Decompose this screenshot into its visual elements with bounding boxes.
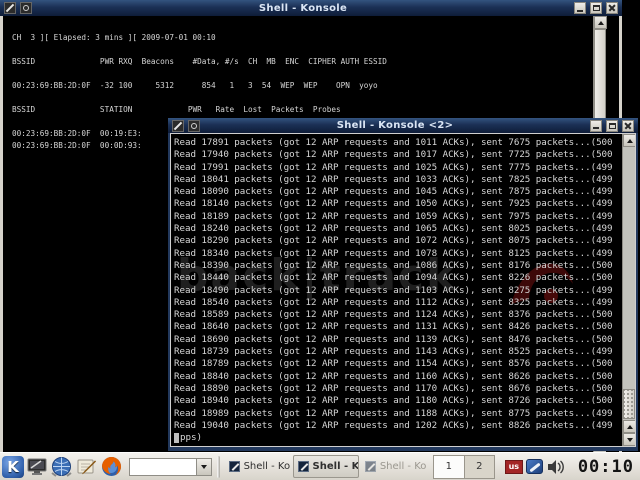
- terminal-line: Read 18690 packets (got 12 ARP requests …: [174, 333, 613, 345]
- terminal-line: CH 3 ][ Elapsed: 3 mins ][ 2009-07-01 00…: [12, 33, 216, 42]
- pager-desktop-1[interactable]: 1: [433, 455, 464, 478]
- terminal-line: Read 18340 packets (got 12 ARP requests …: [174, 247, 613, 259]
- window-title: Shell - Konsole <2>: [336, 120, 454, 131]
- terminal-line: BSSID PWR RXQ Beacons #Data, #/s CH MB E…: [12, 57, 387, 66]
- scroll-down-button[interactable]: [623, 433, 635, 446]
- firefox-icon: [102, 457, 121, 476]
- pager-desktop-2[interactable]: 2: [463, 455, 494, 478]
- terminal-line: Read 18789 packets (got 12 ARP requests …: [174, 358, 613, 370]
- terminal-line: Read 18989 packets (got 12 ARP requests …: [174, 407, 613, 419]
- konqueror-button[interactable]: [50, 454, 73, 479]
- taskbar-item-konsole-3[interactable]: Shell - Konso: [361, 455, 427, 478]
- klipper-tray-icon[interactable]: [525, 459, 543, 474]
- terminal-line: Read 17940 packets (got 12 ARP requests …: [174, 149, 613, 161]
- maximize-button[interactable]: [590, 2, 602, 14]
- terminal-line: Read 17891 packets (got 12 ARP requests …: [174, 137, 613, 148]
- scrollbar[interactable]: [622, 134, 635, 446]
- konsole-window-icon[interactable]: [4, 2, 16, 14]
- kde-logo-icon: K: [2, 455, 24, 478]
- scrollbar-thumb[interactable]: [623, 389, 635, 419]
- window-body: back|track Read 17891 packets (got 12 AR…: [168, 133, 638, 451]
- taskbar-separator: [217, 455, 220, 478]
- titlebar-airodump[interactable]: Shell - Konsole: [0, 0, 622, 16]
- system-tray: us: [504, 458, 566, 476]
- taskbar-item-konsole-2-active[interactable]: Shell - Kon: [292, 455, 359, 478]
- terminal-line: Read 18290 packets (got 12 ARP requests …: [174, 235, 613, 247]
- terminal-line: Read 18589 packets (got 12 ARP requests …: [174, 309, 613, 321]
- terminal-line: Read 18540 packets (got 12 ARP requests …: [174, 296, 613, 308]
- taskbar-item-label: Shell - Kon: [312, 461, 359, 472]
- run-combobox: [129, 457, 212, 476]
- keyboard-layout-indicator[interactable]: us: [504, 459, 523, 474]
- konsole-icon: [364, 461, 376, 472]
- konqueror-globe-icon: [51, 457, 72, 477]
- terminal-line: Read 18840 packets (got 12 ARP requests …: [174, 370, 613, 382]
- terminal-line: Read 18090 packets (got 12 ARP requests …: [174, 186, 613, 198]
- titlebar-aireplay[interactable]: Shell - Konsole <2>: [168, 118, 638, 133]
- sticky-pin-icon[interactable]: [188, 119, 200, 132]
- close-button[interactable]: [606, 2, 618, 14]
- terminal-line: Read 18890 packets (got 12 ARP requests …: [174, 382, 613, 394]
- maximize-button[interactable]: [606, 119, 618, 132]
- firefox-button[interactable]: [100, 454, 123, 479]
- minimize-button[interactable]: [574, 2, 586, 14]
- terminal-line: Read 18140 packets (got 12 ARP requests …: [174, 198, 613, 210]
- scroll-up-button[interactable]: [594, 16, 607, 29]
- taskbar-item-konsole-1[interactable]: Shell - Konso: [225, 455, 291, 478]
- window-konsole-aireplay: Shell - Konsole <2> back|track Read 1789…: [168, 118, 638, 451]
- terminal-cursor: [174, 433, 179, 444]
- volume-icon[interactable]: [546, 458, 566, 476]
- terminal-line: Read 18940 packets (got 12 ARP requests …: [174, 395, 613, 407]
- terminal-line: Read 18041 packets (got 12 ARP requests …: [174, 173, 613, 185]
- terminal-line: Read 17991 packets (got 12 ARP requests …: [174, 161, 613, 173]
- show-desktop-button[interactable]: [26, 454, 48, 479]
- kmenu-button[interactable]: K: [2, 454, 24, 479]
- run-command-input[interactable]: [129, 457, 197, 476]
- desktop: Shell - Konsole CH 3 ][ Elapsed: 3 mins …: [0, 0, 640, 480]
- minimize-button[interactable]: [590, 119, 602, 132]
- window-title: Shell - Konsole: [258, 2, 348, 14]
- desktop-monitor-icon: [27, 458, 47, 475]
- combo-dropdown-button[interactable]: [197, 457, 212, 476]
- desktop-pager: 1 2: [432, 454, 495, 479]
- close-button[interactable]: [622, 119, 634, 132]
- terminal-line: BSSID STATION PWR Rate Lost Packets Prob…: [12, 105, 341, 114]
- taskbar-item-label: Shell - Konso: [243, 461, 291, 472]
- prompt-text: pps): [180, 432, 202, 444]
- terminal-line: Read 19040 packets (got 12 ARP requests …: [174, 419, 613, 431]
- terminal-line: Read 18390 packets (got 12 ARP requests …: [174, 259, 613, 271]
- terminal-prompt-line: pps): [171, 432, 635, 444]
- terminal-line: Read 18440 packets (got 12 ARP requests …: [174, 272, 613, 284]
- terminal-line: Read 18490 packets (got 12 ARP requests …: [174, 284, 613, 296]
- terminal-line: Read 18739 packets (got 12 ARP requests …: [174, 346, 613, 358]
- sticky-pin-icon[interactable]: [20, 2, 32, 14]
- taskbar-item-label: Shell - Konso: [379, 461, 427, 472]
- scroll-up-button[interactable]: [623, 134, 635, 147]
- terminal-line: 00:23:69:BB:2D:0F -32 100 5312 854 1 3 5…: [12, 81, 378, 90]
- konsole-icon: [228, 461, 240, 472]
- note-pencil-icon: [77, 459, 97, 475]
- notes-editor-button[interactable]: [75, 454, 98, 479]
- terminal-text: Read 17891 packets (got 12 ARP requests …: [171, 134, 635, 432]
- terminal-output-aireplay[interactable]: back|track Read 17891 packets (got 12 AR…: [171, 134, 635, 446]
- taskbar-clock[interactable]: 00:10: [578, 457, 634, 477]
- scroll-up-button[interactable]: [623, 420, 635, 433]
- taskbar: K Shell - Ko Shell - K Shell - Ko 1 2 us…: [0, 452, 640, 480]
- konsole-icon: [297, 461, 309, 472]
- terminal-line: Read 18640 packets (got 12 ARP requests …: [174, 321, 613, 333]
- terminal-line: Read 18240 packets (got 12 ARP requests …: [174, 223, 613, 235]
- konsole-window-icon[interactable]: [172, 119, 184, 132]
- terminal-line: Read 18189 packets (got 12 ARP requests …: [174, 210, 613, 222]
